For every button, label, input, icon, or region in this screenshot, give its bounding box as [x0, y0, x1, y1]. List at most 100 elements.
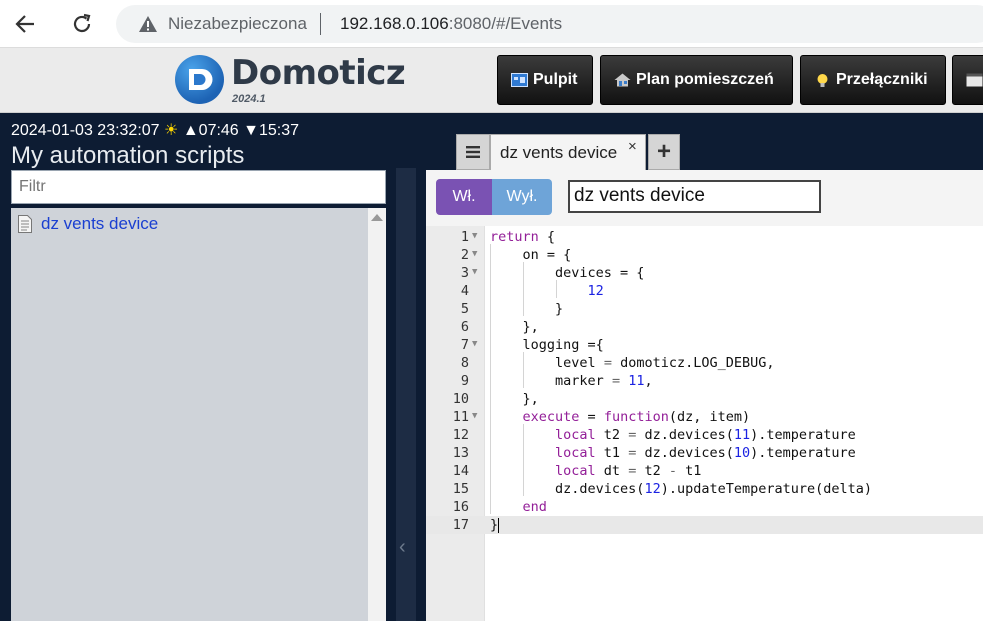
line-number: 16 [452, 499, 469, 515]
tab-script[interactable]: dz vents device × [490, 134, 646, 170]
line-number: 14 [452, 463, 469, 479]
scenes-icon [966, 73, 983, 87]
collapse-chevron-icon[interactable]: ‹ [399, 536, 406, 559]
reload-icon[interactable] [66, 8, 98, 40]
line-number: 7 [460, 337, 469, 353]
nav-scenes-button[interactable] [952, 55, 983, 105]
code-line[interactable]: 7 ▼ logging ={ [426, 336, 983, 354]
editor-panel: Wł. Wył. dz vents device 1 ▼ return {2 ▼ on… [426, 170, 983, 621]
code-text: level = domoticz.LOG_DEBUG, [555, 355, 775, 371]
code-text: logging ={ [522, 337, 604, 353]
script-item-label: dz vents device [41, 214, 159, 233]
sun-icon: ☀ [164, 122, 179, 139]
line-number: 13 [452, 445, 469, 461]
code-line[interactable]: 14 local dt = t2 - t1 [426, 462, 983, 480]
code-line[interactable]: 8 level = domoticz.LOG_DEBUG, [426, 354, 983, 372]
nav-roomplan-label: Plan pomieszczeń [636, 71, 774, 88]
back-arrow-icon[interactable] [9, 8, 41, 40]
line-number: 5 [460, 301, 469, 317]
nav-switches-button[interactable]: Przełączniki [800, 55, 946, 105]
script-list: dz vents device [11, 208, 368, 621]
code-text: }, [522, 391, 539, 407]
fold-arrow-icon[interactable]: ▼ [472, 263, 477, 281]
editor-area: dz vents device × + Wł. Wył. dz vents de… [426, 114, 983, 621]
add-tab-button[interactable]: + [648, 134, 680, 170]
fold-arrow-icon[interactable]: ▼ [472, 335, 477, 353]
code-line[interactable]: 11 ▼ execute = function(dz, item) [426, 408, 983, 426]
code-text: 12 [587, 283, 604, 299]
code-line[interactable]: 13 local t1 = dz.devices(10).temperature [426, 444, 983, 462]
code-text: return { [490, 229, 556, 245]
dashboard-icon [511, 73, 528, 87]
scripts-sidebar: 2024-01-03 23:32:07 ☀ ▲07:46 ▼15:37 My a… [0, 114, 426, 621]
code-line[interactable]: 9 marker = 11, [426, 372, 983, 390]
nav-dashboard-button[interactable]: Pulpit [497, 55, 593, 105]
fold-arrow-icon[interactable]: ▼ [472, 407, 477, 425]
line-number: 6 [460, 319, 469, 335]
app-header: Domoticz 2024.1 Pulpit Plan pomieszczeń … [0, 48, 983, 113]
line-number: 9 [460, 373, 469, 389]
tab-close-icon[interactable]: × [628, 138, 637, 155]
nav-dashboard-label: Pulpit [533, 71, 578, 88]
filter-input[interactable] [11, 170, 386, 204]
sunrise-time: ▲07:46 [182, 122, 239, 139]
code-line[interactable]: 3 ▼ devices = { [426, 264, 983, 282]
fold-arrow-icon[interactable]: ▼ [472, 227, 477, 245]
line-number: 10 [452, 391, 469, 407]
script-list-scrollbar[interactable] [368, 208, 386, 621]
code-line[interactable]: 17} [426, 516, 983, 534]
script-name-field[interactable]: dz vents device [568, 180, 821, 213]
panel-title: My automation scripts [11, 142, 245, 169]
logo-name: Domoticz [231, 53, 406, 93]
code-line[interactable]: 6 }, [426, 318, 983, 336]
code-line[interactable]: 12 local t2 = dz.devices(11).temperature [426, 426, 983, 444]
document-icon [18, 215, 32, 233]
nav-roomplan-button[interactable]: Plan pomieszczeń [600, 55, 793, 105]
line-number: 2 [460, 247, 469, 263]
script-list-item[interactable]: dz vents device [18, 214, 158, 234]
code-text: end [522, 499, 547, 515]
code-line[interactable]: 2 ▼ on = { [426, 246, 983, 264]
fold-arrow-icon[interactable]: ▼ [472, 245, 477, 263]
tabs-menu-button[interactable] [456, 134, 490, 170]
domoticz-logo-icon[interactable] [175, 55, 224, 104]
url-host: 192.168.0.106 [340, 14, 449, 33]
code-line[interactable]: 4 12 [426, 282, 983, 300]
tab-label: dz vents device [500, 143, 618, 162]
code-line[interactable]: 10 }, [426, 390, 983, 408]
url-text[interactable]: 192.168.0.106:8080/#/Events [340, 14, 562, 34]
enable-off-button[interactable]: Wył. [492, 179, 552, 215]
lightbulb-icon [814, 73, 831, 87]
security-status[interactable]: Niezabezpieczona [168, 14, 307, 34]
code-text: local t2 = dz.devices(11).temperature [555, 427, 856, 443]
code-editor[interactable]: 1 ▼ return {2 ▼ on = {3 ▼ devices = {4 12 5 }… [426, 226, 983, 621]
current-datetime: 2024-01-03 23:32:07 [11, 122, 160, 139]
browser-toolbar: Niezabezpieczona 192.168.0.106:8080/#/Ev… [0, 0, 983, 48]
code-text: local dt = t2 - t1 [555, 463, 702, 479]
date-time-info: 2024-01-03 23:32:07 ☀ ▲07:46 ▼15:37 [11, 120, 299, 140]
code-text: } [490, 517, 500, 533]
code-text: local t1 = dz.devices(10).temperature [555, 445, 856, 461]
code-line[interactable]: 16 end [426, 498, 983, 516]
enable-on-button[interactable]: Wł. [436, 179, 492, 215]
line-number: 11 [452, 409, 469, 425]
address-bar[interactable]: Niezabezpieczona 192.168.0.106:8080/#/Ev… [116, 5, 983, 43]
code-text: execute = function(dz, item) [522, 409, 751, 425]
line-number: 12 [452, 427, 469, 443]
scroll-up-arrow-icon[interactable] [371, 214, 383, 221]
sunset-time: ▼15:37 [243, 122, 300, 139]
house-icon [614, 73, 631, 87]
list-icon [466, 146, 480, 158]
code-text: dz.devices(12).updateTemperature(delta) [555, 481, 873, 497]
code-line[interactable]: 15 dz.devices(12).updateTemperature(delt… [426, 480, 983, 498]
line-number: 3 [460, 265, 469, 281]
code-text: marker = 11, [555, 373, 653, 389]
logo-version: 2024.1 [232, 93, 266, 105]
code-text: } [555, 301, 564, 317]
panel-splitter[interactable]: ‹ [396, 168, 416, 621]
warning-icon[interactable] [138, 15, 158, 38]
code-line[interactable]: 5 } [426, 300, 983, 318]
code-line[interactable]: 1 ▼ return { [426, 228, 983, 246]
line-number: 1 [460, 229, 469, 245]
line-number: 15 [452, 481, 469, 497]
